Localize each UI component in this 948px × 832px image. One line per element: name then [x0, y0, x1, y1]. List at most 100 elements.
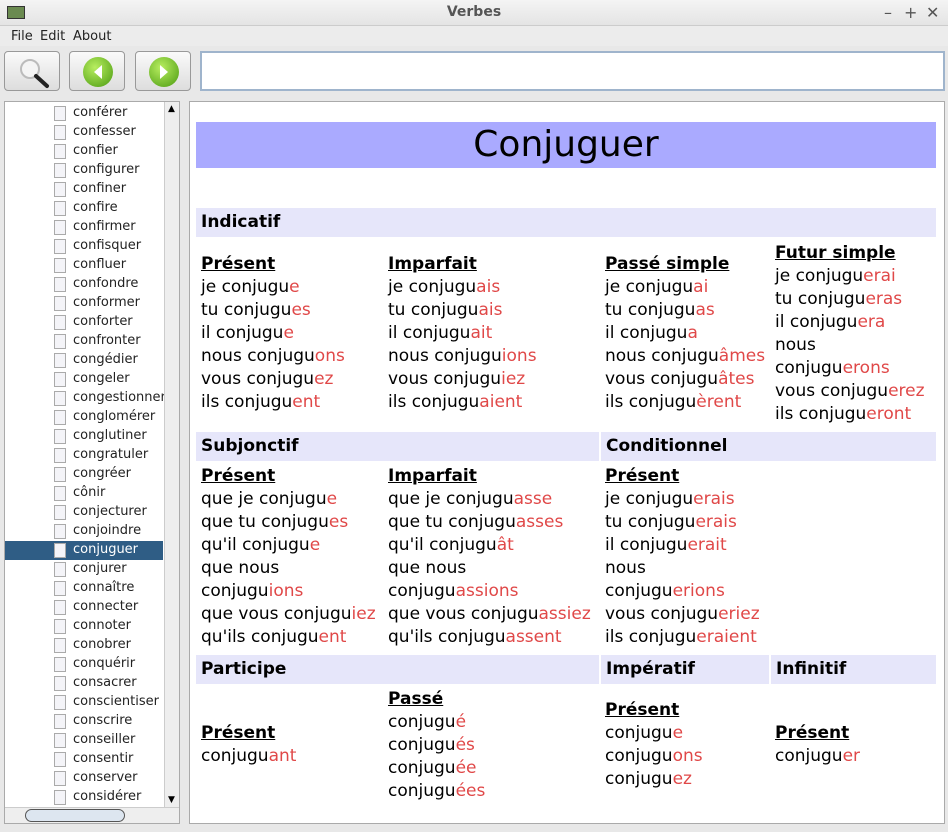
back-button[interactable] [69, 51, 125, 91]
form-stem: que je conjugu [201, 489, 327, 509]
menu-file[interactable]: File [11, 29, 33, 44]
maximize-icon[interactable]: + [904, 3, 917, 22]
verb-list-item[interactable]: conscrire [5, 712, 163, 731]
form-stem: il conjugu [388, 323, 471, 343]
minimize-icon[interactable]: – [884, 3, 892, 22]
section-conditionnel: Conditionnel [601, 432, 936, 461]
verb-list-item[interactable]: confluer [5, 256, 163, 275]
tense-title: Présent [605, 700, 680, 720]
verb-list-item-label: conjecturer [73, 504, 147, 519]
form-ending: ait [470, 323, 493, 343]
verb-list-item[interactable]: congédier [5, 351, 163, 370]
form-ending: a [687, 323, 698, 343]
verb-list-item[interactable]: conformer [5, 294, 163, 313]
verb-list-item[interactable]: conférer [5, 104, 163, 123]
verb-list-item[interactable]: confiner [5, 180, 163, 199]
verb-list-item[interactable]: conobrer [5, 636, 163, 655]
verb-list-item[interactable]: congratuler [5, 446, 163, 465]
form-stem: que nous conjugu [388, 558, 467, 601]
verb-search-input[interactable] [200, 51, 945, 91]
verb-list-item-label: conobrer [73, 637, 131, 652]
verb-list-item[interactable]: congréer [5, 465, 163, 484]
menu-about[interactable]: About [73, 29, 111, 44]
forward-button[interactable] [135, 51, 191, 91]
conjugation-panel: Conjuguer Indicatif Subjonctif Condition… [189, 101, 945, 824]
tense-title: Imparfait [388, 466, 477, 486]
form-stem: vous conjugu [388, 369, 502, 389]
form-stem: tu conjugu [388, 300, 479, 320]
verb-list-item[interactable]: connaître [5, 579, 163, 598]
conjugated-form: que vous conjuguassiez [388, 603, 598, 626]
conjugated-form: conjuguée [388, 757, 568, 780]
conjugated-form: tu conjuguas [605, 299, 770, 322]
section-indicatif: Indicatif [196, 208, 936, 237]
close-icon[interactable]: ✕ [926, 3, 939, 22]
section-imperatif: Impératif [601, 655, 769, 684]
verb-list-item[interactable]: configurer [5, 161, 163, 180]
form-ending: asses [515, 512, 564, 532]
form-ending: ent [292, 392, 321, 412]
verb-list-item[interactable]: confier [5, 142, 163, 161]
form-stem: nous conjugu [388, 346, 502, 366]
verb-list-item[interactable]: conjuguer [5, 541, 163, 560]
verb-list-item[interactable]: confirmer [5, 218, 163, 237]
verb-list-item[interactable]: conjecturer [5, 503, 163, 522]
verb-list-item[interactable]: confire [5, 199, 163, 218]
conjugated-form: il conjuguait [388, 322, 598, 345]
form-ending: é [455, 712, 467, 732]
verb-list-item[interactable]: conquérir [5, 655, 163, 674]
scroll-thumb[interactable] [25, 809, 125, 822]
conjugated-form: je conjuguai [605, 276, 770, 299]
verb-list-item[interactable]: confisquer [5, 237, 163, 256]
scroll-down-icon[interactable]: ▼ [168, 795, 175, 805]
verb-list-item[interactable]: conserver [5, 769, 163, 788]
verb-list-item-label: considérer [73, 789, 142, 804]
verb-list-item[interactable]: confesser [5, 123, 163, 142]
verb-list-item[interactable]: conseiller [5, 731, 163, 750]
menu-edit[interactable]: Edit [40, 29, 65, 44]
form-ending: ent [318, 627, 347, 647]
conjugated-form: il conjuguerait [605, 534, 770, 557]
verb-list-item[interactable]: connecter [5, 598, 163, 617]
verb-list-item-label: confisquer [73, 238, 142, 253]
verb-list-item[interactable]: conjurer [5, 560, 163, 579]
verb-list-item[interactable]: considérer [5, 788, 163, 807]
conjugated-form: vous conjuguiez [388, 368, 598, 391]
form-ending: èrent [696, 392, 742, 412]
conjugated-form: je conjuguais [388, 276, 598, 299]
document-icon [54, 657, 66, 672]
verb-list-item[interactable]: confondre [5, 275, 163, 294]
tense-ind-passe-simple: Passé simple je conjuguai tu conjuguas il c… [605, 253, 770, 414]
verb-list-item-label: confesser [73, 124, 136, 139]
verb-list-item[interactable]: conscientiser [5, 693, 163, 712]
scroll-up-icon[interactable]: ▲ [168, 104, 175, 114]
verb-list-item[interactable]: consentir [5, 750, 163, 769]
form-stem: vous conjugu [775, 381, 889, 401]
verb-list-item[interactable]: congeler [5, 370, 163, 389]
conjugated-form: ils conjugueraient [605, 626, 770, 649]
form-ending: erais [695, 512, 737, 532]
verb-list-item[interactable]: connoter [5, 617, 163, 636]
verb-list-item[interactable]: conglutiner [5, 427, 163, 446]
form-stem: conjugu [388, 735, 456, 755]
document-icon [54, 201, 66, 216]
conjugated-form: vous conjugueriez [605, 603, 770, 626]
conjugated-form: tu conjugueras [775, 288, 935, 311]
verb-list-item[interactable]: consacrer [5, 674, 163, 693]
document-icon [54, 182, 66, 197]
verb-list-item[interactable]: conforter [5, 313, 163, 332]
conjugated-form: ils conjuguaient [388, 391, 598, 414]
document-icon [54, 638, 66, 653]
verb-list-item[interactable]: conglomérer [5, 408, 163, 427]
document-icon [54, 239, 66, 254]
tense-title: Présent [775, 723, 850, 743]
verb-list-item-label: connecter [73, 599, 139, 614]
verb-list-item[interactable]: cônir [5, 484, 163, 503]
verb-list[interactable]: conférer confesser confier configurer confin… [4, 101, 180, 824]
verb-list-item[interactable]: confronter [5, 332, 163, 351]
verb-list-item[interactable]: conjoindre [5, 522, 163, 541]
vertical-scrollbar[interactable]: ▲ ▼ [164, 102, 179, 807]
horizontal-scrollbar[interactable] [5, 807, 179, 823]
verb-list-item[interactable]: congestionner [5, 389, 166, 408]
search-button[interactable] [4, 51, 60, 91]
